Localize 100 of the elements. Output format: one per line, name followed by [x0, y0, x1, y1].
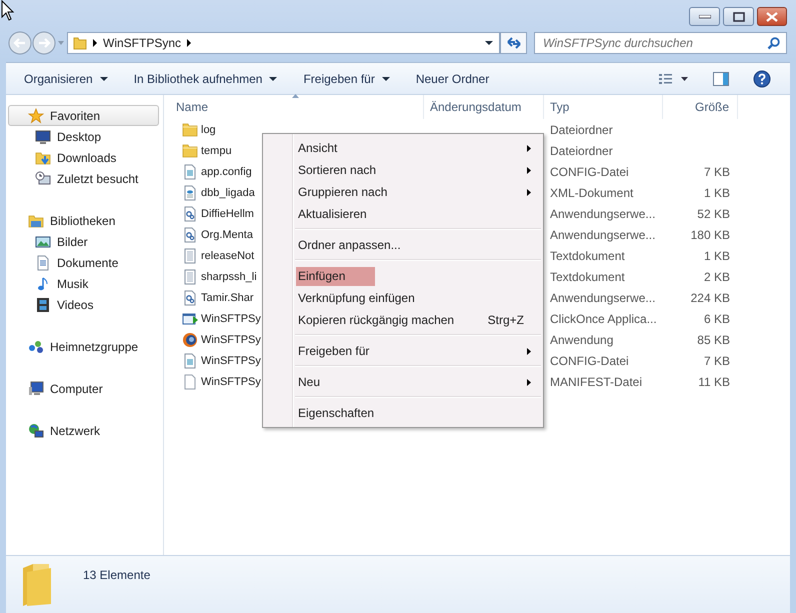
back-forward-buttons[interactable]	[8, 31, 64, 55]
file-name[interactable]: log	[201, 124, 216, 136]
file-type: Anwendungserwe...	[550, 206, 656, 220]
app-window-icon	[182, 310, 198, 326]
dropdown-icon[interactable]	[485, 41, 493, 45]
folder-icon	[182, 122, 198, 138]
file-size: 6 KB	[704, 312, 730, 326]
maximize-icon	[732, 12, 744, 22]
file-size: 2 KB	[704, 270, 730, 284]
sidebar-item[interactable]: Desktop	[6, 126, 163, 147]
pointer-icon	[1, 0, 15, 21]
menu-item[interactable]: Freigeben für	[296, 342, 400, 360]
file-name[interactable]: dbb_ligada	[201, 186, 255, 198]
file-type: MANIFEST-Datei	[550, 374, 642, 388]
homegroup-icon	[28, 338, 44, 354]
column-label: Änderungsdatum	[430, 100, 522, 114]
downloads-icon	[35, 150, 51, 166]
desktop-icon	[35, 128, 51, 144]
file-type: CONFIG-Datei	[550, 164, 629, 178]
library-icon	[28, 212, 44, 228]
menu-item[interactable]: Aktualisieren	[296, 204, 397, 224]
file-size: 224 KB	[690, 290, 730, 304]
shortcut-text: Strg+Z	[488, 313, 524, 327]
file-name[interactable]: WinSFTPSy	[201, 334, 261, 346]
menu-item[interactable]: Neu	[296, 372, 350, 392]
refresh-icon	[506, 36, 522, 50]
sidebar-item[interactable]: Computer	[8, 378, 159, 399]
menu-item[interactable]: Ansicht	[296, 138, 368, 158]
pictures-icon	[35, 234, 51, 250]
sidebar-item[interactable]: Heimnetzgruppe	[8, 336, 159, 357]
menu-item[interactable]: Kopieren rückgängig machen	[296, 310, 484, 330]
file-size: 1 KB	[704, 248, 730, 262]
file-name[interactable]: WinSFTPSy	[201, 354, 261, 366]
file-size: 1 KB	[704, 186, 730, 200]
menu-item[interactable]: Einfügen	[296, 266, 376, 286]
file-size: 11 KB	[698, 374, 730, 388]
file-name[interactable]: releaseNot	[201, 250, 254, 262]
item-count: 13 Elemente	[83, 568, 150, 582]
search-field[interactable]: WinSFTPSync durchsuchen	[534, 32, 787, 54]
sidebar-item[interactable]: Musik	[6, 273, 163, 294]
sidebar-item[interactable]: Videos	[6, 294, 163, 315]
minimize-button[interactable]	[689, 7, 720, 26]
toolbar-button[interactable]: In Bibliothek aufnehmen	[126, 68, 286, 90]
toolbar-button[interactable]: Neuer Ordner	[408, 68, 498, 90]
sidebar-item[interactable]: Zuletzt besucht	[6, 168, 163, 189]
sidebar-item[interactable]: Bilder	[6, 231, 163, 252]
file-size: 180 KB	[690, 228, 730, 242]
xml-file-icon	[182, 184, 198, 200]
column-header[interactable]: Typ	[544, 95, 663, 119]
sidebar-item[interactable]: Netzwerk	[8, 420, 159, 441]
star-icon	[28, 108, 44, 124]
file-name[interactable]: tempu	[201, 144, 232, 156]
documents-icon	[35, 254, 51, 270]
folder-icon	[21, 562, 53, 606]
address-bar[interactable]: WinSFTPSync	[67, 32, 500, 54]
videos-icon	[35, 296, 51, 312]
refresh-button[interactable]	[500, 32, 527, 54]
file-type: Textdokument	[550, 270, 625, 284]
breadcrumb-link[interactable]: WinSFTPSync	[103, 36, 182, 50]
sidebar-item[interactable]: Bibliotheken	[8, 210, 159, 231]
sidebar-item[interactable]: Favoriten	[8, 105, 159, 126]
file-name[interactable]: Tamir.Shar	[201, 292, 254, 304]
text-file-icon	[182, 268, 198, 284]
config-file-icon	[182, 164, 198, 180]
sidebar-item[interactable]: Dokumente	[6, 252, 163, 273]
text-file-icon	[182, 248, 198, 264]
menu-item[interactable]: Sortieren nach	[296, 160, 406, 180]
menu-item[interactable]: Verknüpfung einfügen	[296, 288, 445, 308]
minimize-icon	[698, 14, 710, 18]
computer-icon	[28, 380, 44, 396]
file-type: CONFIG-Datei	[550, 354, 629, 368]
file-name[interactable]: WinSFTPSy	[201, 376, 261, 388]
menu-item[interactable]: Ordner anpassen...	[296, 236, 431, 254]
column-header[interactable]: Größe	[663, 95, 738, 119]
toolbar-button[interactable]: Organisieren	[16, 68, 116, 90]
file-name[interactable]: app.config	[201, 166, 252, 178]
file-type: Anwendung	[550, 332, 614, 346]
menu-item[interactable]: Gruppieren nach	[296, 182, 418, 202]
file-name[interactable]: DiffieHellm	[201, 208, 254, 220]
maximize-button[interactable]	[723, 7, 754, 26]
file-type: Dateiordner	[550, 122, 613, 136]
file-name[interactable]: sharpssh_li	[201, 270, 257, 282]
search-icon	[767, 37, 780, 50]
column-header[interactable]: Name	[164, 95, 424, 119]
column-label: Name	[176, 100, 208, 114]
menu-item[interactable]: Eigenschaften	[296, 404, 404, 422]
close-icon	[765, 12, 779, 22]
sidebar-item[interactable]: Downloads	[6, 147, 163, 168]
chevron-icon	[187, 39, 192, 47]
column-header[interactable]: Änderungsdatum	[424, 95, 544, 119]
column-label: Typ	[550, 100, 570, 114]
recent-icon	[35, 170, 51, 186]
folder-icon	[182, 142, 198, 158]
toolbar-button[interactable]: Freigeben für	[295, 68, 398, 90]
file-size: 52 KB	[697, 206, 730, 220]
file-name[interactable]: Org.Menta	[201, 228, 253, 240]
gear-file-icon	[182, 290, 198, 306]
file-name[interactable]: WinSFTPSy	[201, 312, 261, 324]
close-button[interactable]	[757, 7, 787, 26]
file-type: ClickOnce Applica...	[550, 312, 657, 326]
